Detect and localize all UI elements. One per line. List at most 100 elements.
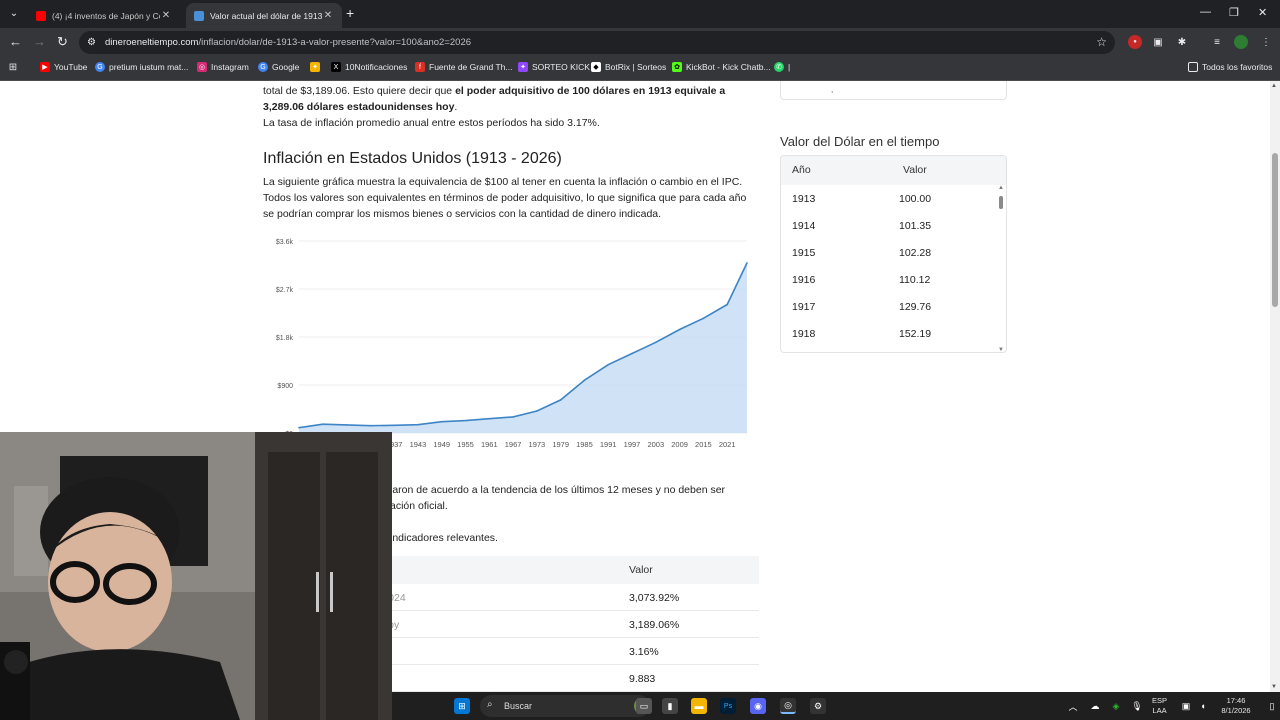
- data-point: [321, 423, 324, 425]
- app-icon[interactable]: ⚙: [810, 698, 826, 714]
- site-info-icon[interactable]: ⚙: [87, 37, 96, 48]
- data-point: [440, 420, 443, 423]
- folder-icon: [1188, 62, 1198, 72]
- volume-icon[interactable]: ◖: [1195, 698, 1211, 714]
- search-icon: ⌕: [487, 699, 493, 710]
- bookmark-fuente[interactable]: f Fuente de Grand Th...: [415, 62, 512, 72]
- kick-icon: ✦: [518, 62, 528, 72]
- new-tab-button[interactable]: +: [346, 6, 354, 20]
- bookmark-whatsapp[interactable]: ✆ |: [774, 62, 790, 72]
- chrome-icon[interactable]: ◎: [780, 698, 796, 714]
- webcam-overlay: [0, 432, 392, 720]
- bookmark-notificaciones[interactable]: X 10Notificaciones: [331, 62, 407, 72]
- scroll-down-icon[interactable]: ▼: [998, 347, 1004, 352]
- network-icon[interactable]: ▣: [1178, 698, 1194, 714]
- restore-icon[interactable]: ❐: [1229, 6, 1239, 19]
- scroll-thumb[interactable]: [999, 196, 1003, 209]
- inflation-rate-text: La tasa de inflación promedio anual entr…: [263, 117, 600, 129]
- photoshop-icon[interactable]: Ps: [720, 698, 736, 714]
- notifications-icon[interactable]: ▯: [1264, 698, 1280, 714]
- minimize-icon[interactable]: —: [1200, 6, 1211, 18]
- page-scrollbar[interactable]: ▲ ▼: [1270, 81, 1280, 692]
- x-tick-label: 1997: [624, 440, 641, 449]
- bookmark-sorteo-kick[interactable]: ✦ SORTEO KICK: [518, 62, 590, 72]
- x-tick-label: 1985: [576, 440, 593, 449]
- data-point: [417, 423, 419, 426]
- webcam-feed-image: [0, 432, 392, 720]
- bookmark-youtube[interactable]: ▶ YouTube: [40, 62, 87, 72]
- x-tick-label: 1949: [433, 440, 450, 449]
- bookmark-multicolor[interactable]: ✦: [310, 62, 324, 72]
- media-icon[interactable]: ≡: [1210, 35, 1224, 49]
- x-tick-label: 2003: [647, 440, 664, 449]
- data-point: [746, 262, 748, 264]
- bookmark-kickbot[interactable]: ✿ KickBot - Kick Chatb...: [672, 62, 771, 72]
- apps-grid-icon[interactable]: ⊞: [8, 62, 22, 73]
- chart-intro-text: se podrían comprar los mismos bienes o s…: [263, 208, 662, 220]
- scroll-down-icon[interactable]: ▼: [1271, 684, 1277, 690]
- data-point: [702, 317, 705, 320]
- all-bookmarks-button[interactable]: Todos los favoritos: [1188, 62, 1272, 72]
- botrix-icon: ◆: [591, 62, 601, 72]
- scroll-up-icon[interactable]: ▲: [1271, 83, 1277, 89]
- close-icon[interactable]: ✕: [322, 10, 334, 21]
- multicolor-icon: ✦: [310, 62, 320, 72]
- data-point: [298, 426, 300, 429]
- microphone-icon[interactable]: 🎙: [1129, 698, 1145, 714]
- table-row: 1917 129.76: [792, 301, 932, 313]
- task-view-icon[interactable]: ▭: [636, 698, 652, 714]
- language-indicator[interactable]: ESP LAA: [1152, 696, 1167, 716]
- address-bar[interactable]: ⚙ dineroeneltiempo.com/inflacion/dolar/d…: [79, 31, 1115, 54]
- discord-icon[interactable]: ◉: [750, 698, 766, 714]
- windows-start-icon[interactable]: ⊞: [454, 698, 470, 714]
- scroll-thumb[interactable]: [1272, 153, 1278, 307]
- forward-arrow-icon[interactable]: →: [33, 35, 46, 49]
- data-point: [631, 352, 633, 355]
- app-icon[interactable]: ▮: [662, 698, 678, 714]
- bookmarks-bar: ⊞ ▶ YouTube Gpretium iustum mat... ◎ Insta…: [0, 57, 1280, 81]
- tab-youtube[interactable]: (4) ¡4 inventos de Japón y Corea ✕: [28, 3, 180, 28]
- profile-avatar[interactable]: [1234, 35, 1248, 49]
- table-scrollbar[interactable]: ▲ ▼: [998, 185, 1004, 352]
- disclaimer-text: ación oficial.: [390, 500, 448, 512]
- series-area: [299, 262, 747, 433]
- table-row: 1918 152.19: [792, 328, 932, 340]
- disclaimer-text: laron de acuerdo a la tendencia de los ú…: [390, 484, 726, 496]
- bookmark-instagram[interactable]: ◎ Instagram: [197, 62, 249, 72]
- table-header: Año Valor: [781, 156, 1006, 185]
- file-explorer-icon[interactable]: ▬: [691, 698, 707, 714]
- chart-intro-text: Todos los valores son equivalentes en té…: [263, 192, 747, 204]
- bookmark-star-icon[interactable]: ☆: [1096, 35, 1107, 49]
- back-arrow-icon[interactable]: ←: [9, 35, 22, 49]
- menu-icon[interactable]: ⋮: [1259, 35, 1273, 49]
- youtube-icon: [36, 10, 46, 21]
- reload-icon[interactable]: ↻: [57, 35, 68, 49]
- close-icon[interactable]: ✕: [160, 10, 172, 21]
- google-icon: G: [95, 62, 105, 72]
- data-point: [345, 424, 348, 426]
- tab-search-button[interactable]: ⌄: [6, 5, 22, 21]
- inflation-chart[interactable]: $0$900$1.8k$2.7k$3.6k1937194319491955196…: [263, 231, 753, 456]
- bookmark-botrix[interactable]: ◆ BotRix | Sorteos: [591, 62, 666, 72]
- puzzle-icon[interactable]: ✱: [1175, 35, 1189, 49]
- clock[interactable]: 17:46 8/1/2026: [1214, 696, 1258, 716]
- extension-badge-icon[interactable]: ●: [1128, 35, 1142, 49]
- x-tick-label: 2009: [671, 440, 688, 449]
- table-row: 1916 110.12: [792, 274, 931, 286]
- bookmark-google[interactable]: G Google: [258, 62, 299, 72]
- extension-icon[interactable]: ▣: [1151, 35, 1165, 49]
- taskbar-search[interactable]: ⌕ Buscar: [480, 695, 650, 717]
- bookmark-pretium[interactable]: Gpretium iustum mat...: [95, 62, 188, 72]
- dollar-value-table[interactable]: Año Valor 1913 100.00 1914 101.35 1915 102.…: [780, 155, 1007, 353]
- tab-strip: ⌄ (4) ¡4 inventos de Japón y Corea ✕ Val…: [0, 0, 1280, 28]
- scroll-up-icon[interactable]: ▲: [998, 185, 1004, 191]
- tab-label: Valor actual del dólar de 1913: [210, 10, 322, 21]
- chevron-up-icon[interactable]: ︿: [1065, 698, 1081, 714]
- x-tick-label: 1991: [600, 440, 617, 449]
- shield-icon[interactable]: ◈: [1108, 698, 1124, 714]
- value-column-header: Valor: [629, 564, 653, 576]
- window-close-icon[interactable]: ✕: [1258, 6, 1267, 19]
- tab-dolar[interactable]: Valor actual del dólar de 1913 ✕: [186, 3, 342, 28]
- cloud-icon[interactable]: ☁: [1087, 698, 1103, 714]
- article-paragraph: total de $3,189.06. Esto quiere decir qu…: [263, 85, 726, 97]
